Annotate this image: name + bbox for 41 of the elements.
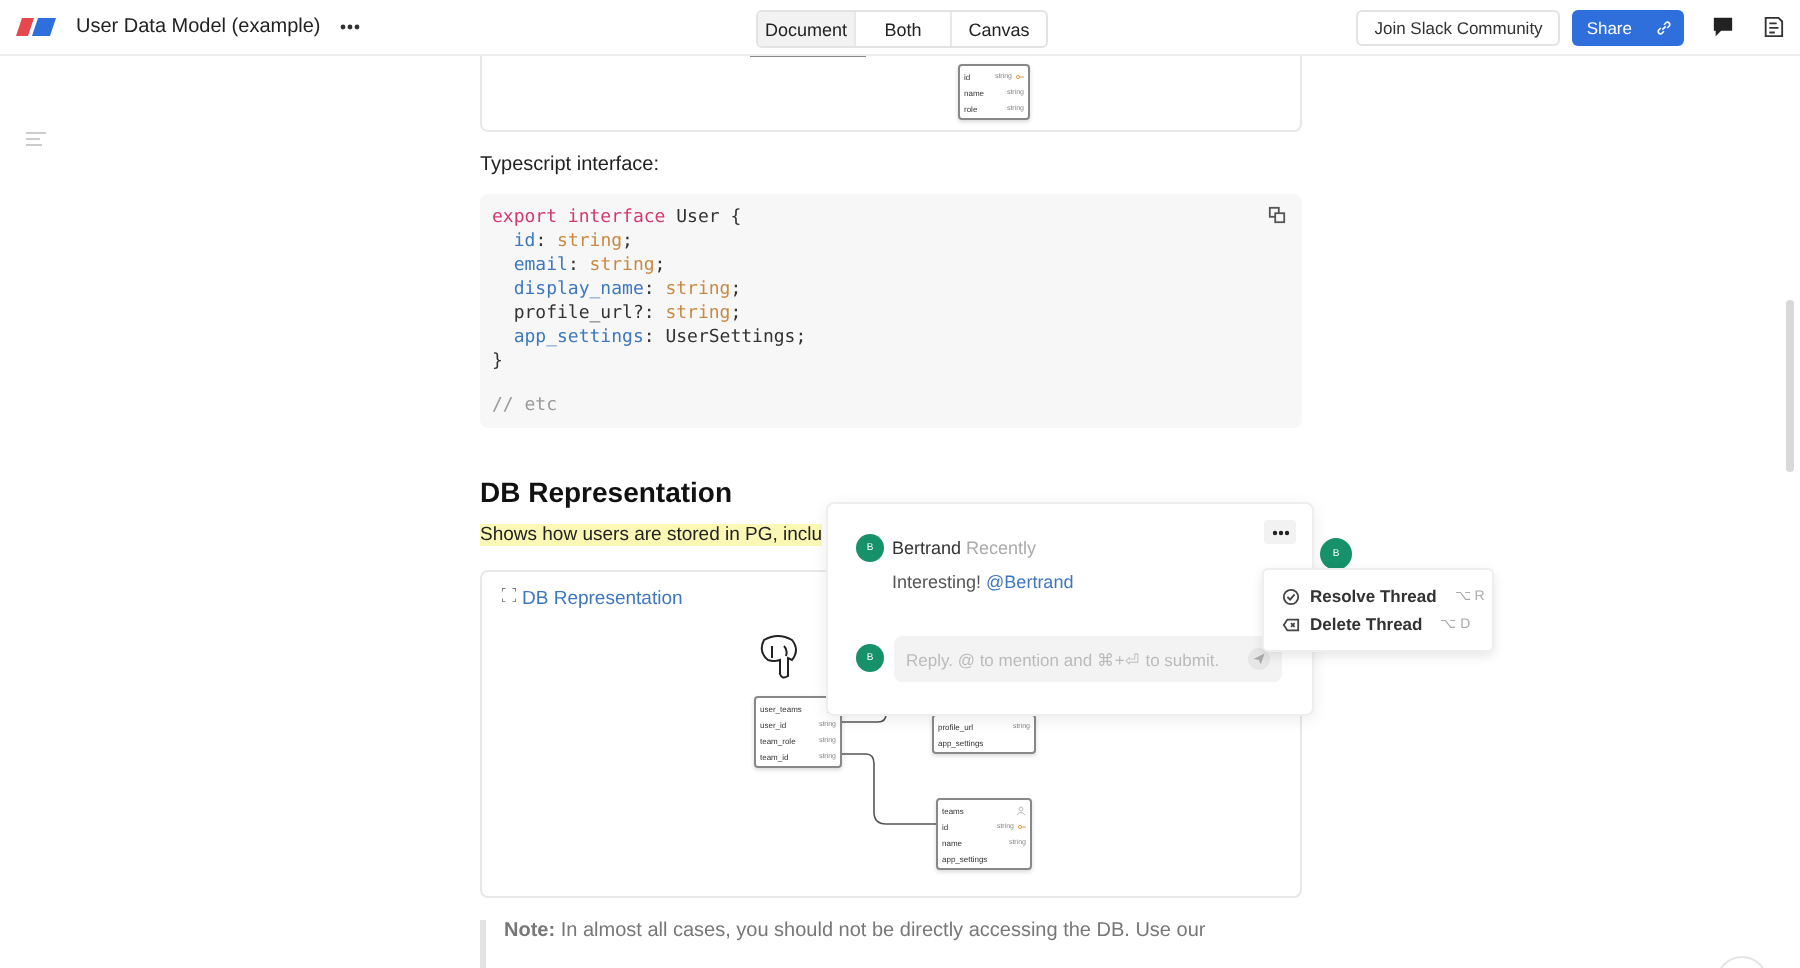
reply-field[interactable]: Reply. @ to mention and ⌘+⏎ to submit.	[894, 636, 1282, 682]
delete-icon	[1282, 615, 1300, 633]
note-text: Note: In almost all cases, you should not be directly accessing the DB. Use our	[480, 920, 1302, 968]
document-title: User Data Model (example)	[76, 16, 321, 38]
more-menu-icon[interactable]	[340, 24, 361, 30]
comment-text: Interesting! @Bertrand	[892, 572, 1074, 592]
more-options-button[interactable]	[1264, 520, 1296, 544]
code-line: app_settings: UserSettings;	[511, 326, 807, 350]
join-community-button[interactable]: Join Slack Community	[1356, 9, 1561, 45]
code-line: id: string;	[511, 230, 633, 254]
comment-time: Recently	[966, 538, 1037, 558]
connector-line	[750, 54, 866, 58]
elephant-icon	[756, 634, 800, 682]
check-circle-icon	[1282, 587, 1300, 605]
share-button[interactable]: Share	[1572, 9, 1684, 45]
scrollbar[interactable]	[1786, 300, 1794, 472]
view-tab[interactable]: Document	[758, 12, 854, 46]
section-heading: DB Representation	[480, 476, 735, 508]
connector-line	[842, 752, 936, 826]
code-line: email: string;	[511, 254, 666, 278]
frame-icon	[502, 588, 516, 602]
code-line: }	[492, 350, 503, 374]
more-icon	[1271, 529, 1289, 535]
code-line: // etc	[492, 394, 558, 418]
sidebar-toggle-icon[interactable]	[1762, 16, 1784, 38]
code-line: profile_url?: string;	[511, 302, 742, 326]
view-tab[interactable]: Canvas	[950, 12, 1046, 46]
link-icon	[1656, 19, 1672, 35]
code-line: export interface User {	[492, 206, 742, 230]
key-icon	[1018, 823, 1026, 829]
key-icon	[1016, 73, 1024, 79]
highlighted-paragraph: Shows how users are stored in PG, inclu	[480, 524, 823, 546]
logo-icon	[16, 18, 56, 36]
comment-author: Bertrand	[892, 538, 962, 558]
comment-icon[interactable]	[1712, 16, 1734, 38]
intro-text: Typescript interface:	[480, 154, 661, 176]
code-line: display_name: string;	[511, 278, 742, 302]
copy-icon[interactable]	[1268, 206, 1286, 224]
mention-link[interactable]: @Bertrand	[986, 572, 1074, 592]
user-icon	[1016, 805, 1026, 815]
embed-link[interactable]: DB Representation	[522, 588, 683, 610]
